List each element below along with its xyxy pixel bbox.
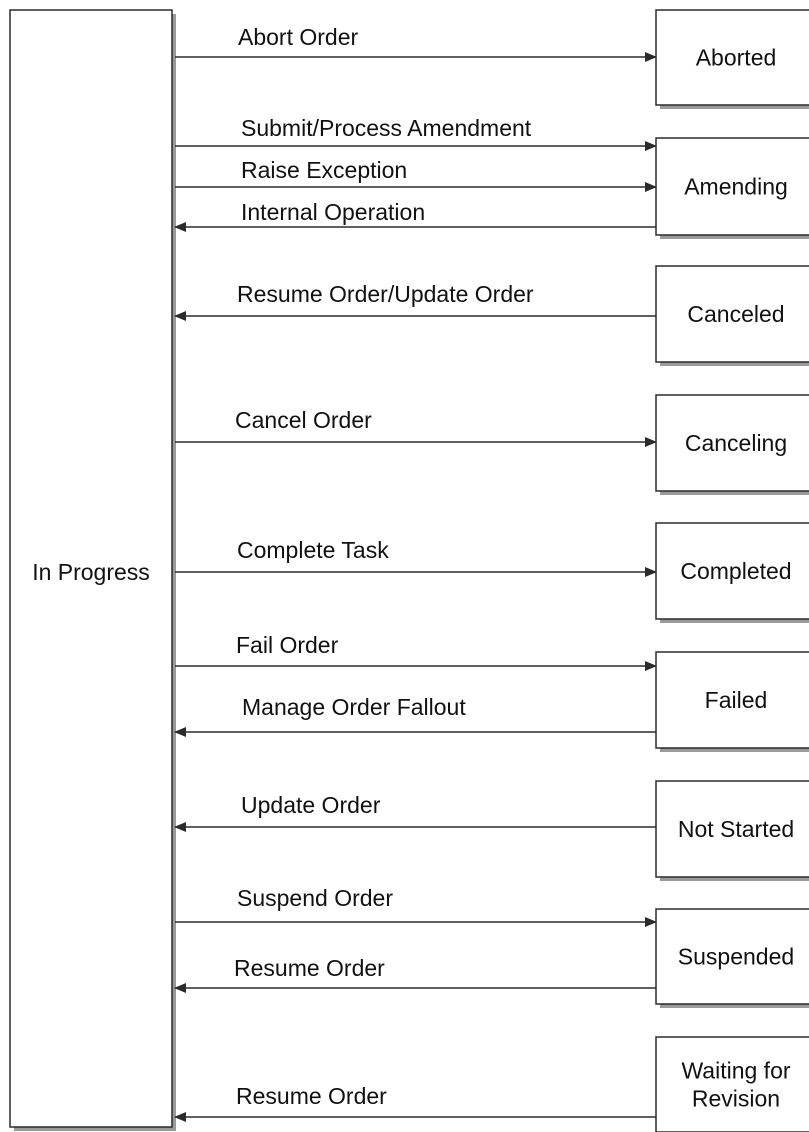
state-label: Canceling — [685, 430, 787, 456]
state-label: Amending — [684, 174, 788, 200]
transition-manage-order-fallout: Manage Order Fallout — [174, 694, 656, 737]
state-label: Not Started — [678, 816, 794, 842]
transition-complete-task: Complete Task — [175, 537, 657, 577]
in-progress-label: In Progress — [32, 559, 150, 585]
transition-internal-operation: Internal Operation — [174, 199, 656, 232]
transition-label: Internal Operation — [241, 199, 425, 225]
state-label: Completed — [680, 558, 791, 584]
transition-label: Resume Order — [236, 1083, 387, 1109]
transition-submit-process-amendment: Submit/Process Amendment — [175, 115, 657, 151]
transition-label: Submit/Process Amendment — [241, 115, 532, 141]
state-label: Failed — [705, 687, 768, 713]
transition-label: Raise Exception — [241, 157, 407, 183]
state-box-completed: Completed — [655, 522, 809, 623]
state-box-canceled: Canceled — [655, 265, 809, 366]
transition-update-order: Update Order — [174, 792, 656, 832]
state-label: Suspended — [678, 944, 794, 970]
transition-resume-order: Resume Order — [174, 955, 656, 993]
state-box-in-progress: In Progress — [9, 9, 176, 1131]
state-label: Aborted — [696, 45, 777, 71]
transition-label: Update Order — [241, 792, 381, 818]
state-box-canceling: Canceling — [655, 394, 809, 495]
state-transition-diagram: In Progress Aborted Amending Canceled Cance… — [9, 9, 809, 1132]
state-box-waiting-for-revision: Waiting forRevision — [655, 1036, 809, 1132]
transition-label: Suspend Order — [237, 885, 393, 911]
transition-label: Resume Order — [234, 955, 385, 981]
transition-abort-order: Abort Order — [175, 24, 657, 62]
transition-label: Complete Task — [237, 537, 389, 563]
state-box-not-started: Not Started — [655, 780, 809, 881]
transition-label: Resume Order/Update Order — [237, 281, 534, 307]
state-box-amending: Amending — [655, 137, 809, 239]
state-label: Waiting for — [681, 1058, 790, 1084]
transition-cancel-order: Cancel Order — [175, 407, 657, 447]
state-box-failed: Failed — [655, 651, 809, 752]
state-box-aborted: Aborted — [655, 9, 809, 109]
transition-resume-order-update-order: Resume Order/Update Order — [174, 281, 656, 321]
transition-suspend-order: Suspend Order — [175, 885, 657, 927]
transition-label: Cancel Order — [235, 407, 372, 433]
state-box-suspended: Suspended — [655, 908, 809, 1008]
transition-fail-order: Fail Order — [175, 632, 657, 671]
transition-raise-exception: Raise Exception — [175, 157, 657, 192]
state-label: Canceled — [687, 301, 784, 327]
transition-label: Abort Order — [238, 24, 358, 50]
transition-resume-order: Resume Order — [174, 1083, 656, 1122]
state-label: Revision — [692, 1086, 780, 1112]
transition-label: Manage Order Fallout — [242, 694, 466, 720]
transition-label: Fail Order — [236, 632, 339, 658]
